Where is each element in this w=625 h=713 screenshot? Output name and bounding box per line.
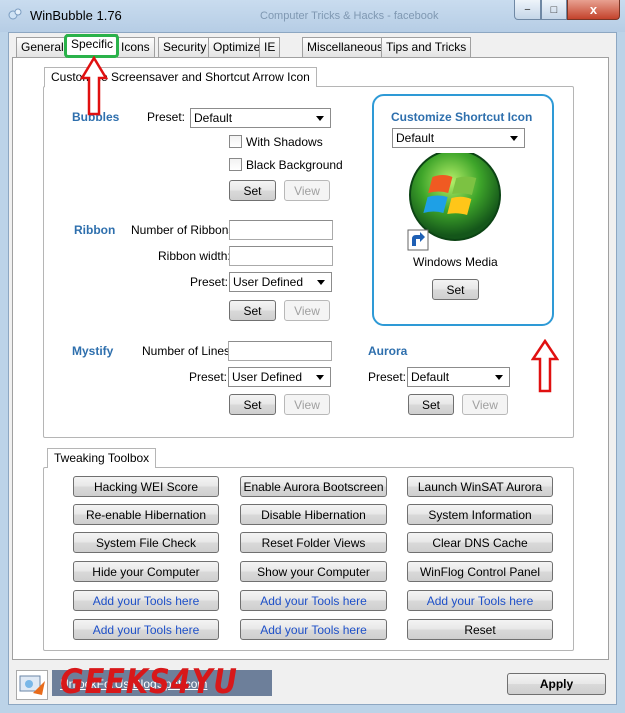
annotation-arrow-up-icon [530, 338, 560, 396]
maximize-button[interactable]: □ [541, 0, 567, 20]
tab-security[interactable]: Security [158, 37, 212, 57]
mystify-heading: Mystify [72, 344, 114, 358]
number-of-lines-label: Number of Lines: [142, 344, 234, 358]
tab-icons[interactable]: Icons [116, 37, 155, 57]
number-of-ribbons-label: Number of Ribbons: [131, 223, 238, 237]
mystify-view-button[interactable]: View [284, 394, 330, 415]
hide-your-computer-button[interactable]: Hide your Computer [73, 561, 219, 582]
windows-media-caption: Windows Media [413, 255, 498, 269]
bubbles-view-button[interactable]: View [284, 180, 330, 201]
minimize-button[interactable]: − [514, 0, 541, 20]
black-background-label: Black Background [246, 158, 343, 172]
bubbles-preset-dropdown[interactable]: Default [190, 108, 331, 128]
number-of-lines-input[interactable] [228, 341, 332, 361]
clear-dns-cache-button[interactable]: Clear DNS Cache [407, 532, 553, 553]
windows-media-icon [395, 149, 521, 271]
ribbon-width-input[interactable] [229, 246, 333, 266]
system-information-button[interactable]: System Information [407, 504, 553, 525]
bubbles-preset-label: Preset: [147, 110, 186, 124]
add-tools-button[interactable]: Add your Tools here [73, 590, 219, 611]
mystify-set-button[interactable]: Set [229, 394, 276, 415]
window-title: WinBubble 1.76 [30, 8, 122, 23]
tab-miscellaneous[interactable]: Miscellaneous [302, 37, 389, 57]
show-your-computer-button[interactable]: Show your Computer [240, 561, 387, 582]
with-shadows-checkbox[interactable] [229, 135, 242, 148]
reenable-hibernation-button[interactable]: Re-enable Hibernation [73, 504, 219, 525]
black-background-checkbox[interactable] [229, 158, 242, 171]
apply-button[interactable]: Apply [507, 673, 606, 695]
shortcut-set-button[interactable]: Set [432, 279, 479, 300]
geeks4yu-watermark: GEEKS4YU [60, 662, 238, 702]
ribbon-width-label: Ribbon width: [158, 249, 231, 263]
window-controls: − □ x [514, 0, 620, 20]
winflog-control-panel-button[interactable]: WinFlog Control Panel [407, 561, 553, 582]
tab-general[interactable]: General [16, 37, 69, 57]
annotation-arrow-up-icon [79, 55, 109, 119]
add-tools-button[interactable]: Add your Tools here [240, 619, 387, 640]
close-button[interactable]: x [567, 0, 620, 20]
system-file-check-button[interactable]: System File Check [73, 532, 219, 553]
launch-winsat-aurora-button[interactable]: Launch WinSAT Aurora [407, 476, 553, 497]
hacking-wei-score-button[interactable]: Hacking WEI Score [73, 476, 219, 497]
with-shadows-label: With Shadows [246, 135, 323, 149]
tab-ie[interactable]: IE [259, 37, 281, 57]
ribbon-preset-dropdown[interactable]: User Defined [229, 272, 332, 292]
bubbles-set-button[interactable]: Set [229, 180, 276, 201]
app-icon [8, 7, 22, 21]
add-tools-button[interactable]: Add your Tools here [407, 590, 553, 611]
aurora-heading: Aurora [368, 344, 408, 358]
enable-aurora-bootscreen-button[interactable]: Enable Aurora Bootscreen [240, 476, 387, 497]
shortcut-preset-dropdown[interactable]: Default [392, 128, 525, 148]
background-window-title: Computer Tricks & Hacks - facebook [260, 10, 439, 22]
aurora-view-button[interactable]: View [462, 394, 508, 415]
tab-tips-and-tricks[interactable]: Tips and Tricks [381, 37, 472, 57]
reset-folder-views-button[interactable]: Reset Folder Views [240, 532, 387, 553]
ribbon-set-button[interactable]: Set [229, 300, 276, 321]
aurora-preset-dropdown[interactable]: Default [407, 367, 510, 387]
reset-button[interactable]: Reset [407, 619, 553, 640]
winbubble-logo-icon [16, 670, 48, 700]
mystify-preset-label: Preset: [189, 370, 228, 384]
shortcut-icon-heading: Customize Shortcut Icon [391, 110, 533, 124]
mystify-preset-dropdown[interactable]: User Defined [228, 367, 331, 387]
disable-hibernation-button[interactable]: Disable Hibernation [240, 504, 387, 525]
active-tab-highlight [64, 34, 119, 58]
number-of-ribbons-input[interactable] [229, 220, 333, 240]
tweaking-toolbox-title: Tweaking Toolbox [47, 448, 157, 468]
add-tools-button[interactable]: Add your Tools here [73, 619, 219, 640]
ribbon-preset-label: Preset: [190, 275, 229, 289]
ribbon-view-button[interactable]: View [284, 300, 330, 321]
ribbon-heading: Ribbon [74, 223, 116, 237]
aurora-set-button[interactable]: Set [408, 394, 454, 415]
aurora-preset-label: Preset: [368, 370, 407, 384]
tab-optimize[interactable]: Optimize [208, 37, 266, 57]
add-tools-button[interactable]: Add your Tools here [240, 590, 387, 611]
